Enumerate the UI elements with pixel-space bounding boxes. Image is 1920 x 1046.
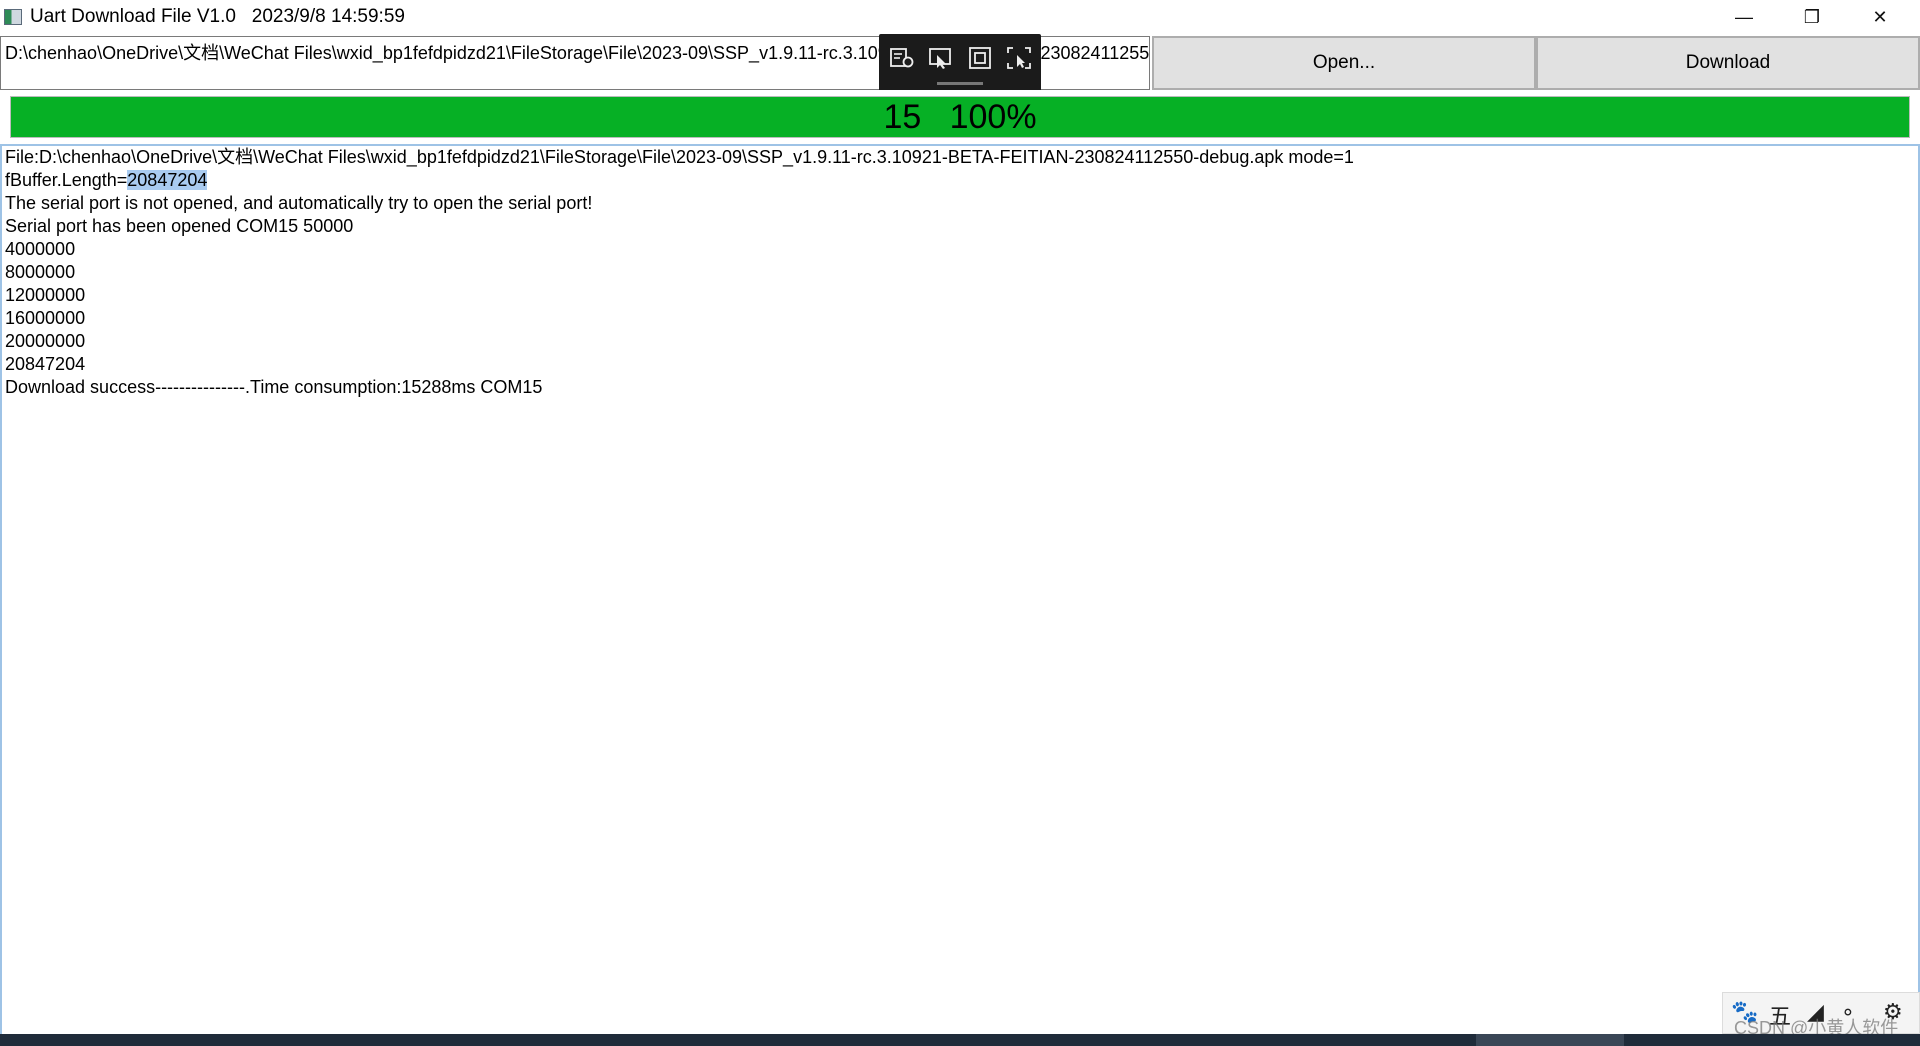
restore-button[interactable]: ❐ [1778,0,1846,34]
taskbar-active-item[interactable] [1476,1034,1624,1046]
log-text: fBuffer.Length= [5,170,128,190]
region-capture-icon[interactable] [1006,46,1032,70]
overlay-drag-handle[interactable] [937,82,983,85]
minimize-icon: — [1735,6,1753,27]
capture-settings-icon[interactable] [889,46,915,70]
log-line: Serial port has been opened COM15 50000 [5,216,354,236]
download-button[interactable]: Download [1536,36,1920,90]
minimize-button[interactable]: — [1710,0,1778,34]
log-line: 20000000 [5,331,86,351]
restore-icon: ❐ [1803,6,1821,27]
log-line: 8000000 [5,262,76,282]
log-line: fBuffer.Length=20847204 [5,169,1915,192]
window-title: Uart Download File V1.0 2023/9/8 14:59:5… [30,6,405,27]
log-line: The serial port is not opened, and autom… [5,193,593,213]
app-icon [4,9,22,25]
progress-bar: 15 100% [10,96,1910,138]
title-bar: Uart Download File V1.0 2023/9/8 14:59:5… [0,0,1920,34]
log-line: File:D:\chenhao\OneDrive\文档\WeChat Files… [5,147,1354,167]
taskbar [0,1034,1920,1046]
open-button[interactable]: Open... [1152,36,1536,90]
pointer-select-icon[interactable] [928,46,954,70]
close-button[interactable]: ✕ [1846,0,1914,34]
progress-label: 15 100% [883,97,1037,136]
log-line: 12000000 [5,285,86,305]
capture-overlay-toolbar [879,34,1041,92]
close-icon: ✕ [1872,6,1888,27]
main-window: Uart Download File V1.0 2023/9/8 14:59:5… [0,0,1920,1038]
log-line: 4000000 [5,239,76,259]
progress-section: 15 100% [0,90,1920,146]
log-line: 20847204 [5,354,86,374]
log-output[interactable]: File:D:\chenhao\OneDrive\文档\WeChat Files… [0,146,1920,1034]
log-line: Download success---------------.Time con… [5,377,543,397]
selected-text: 20847204 [127,170,208,190]
log-line: 16000000 [5,308,86,328]
window-capture-icon[interactable] [967,46,993,70]
